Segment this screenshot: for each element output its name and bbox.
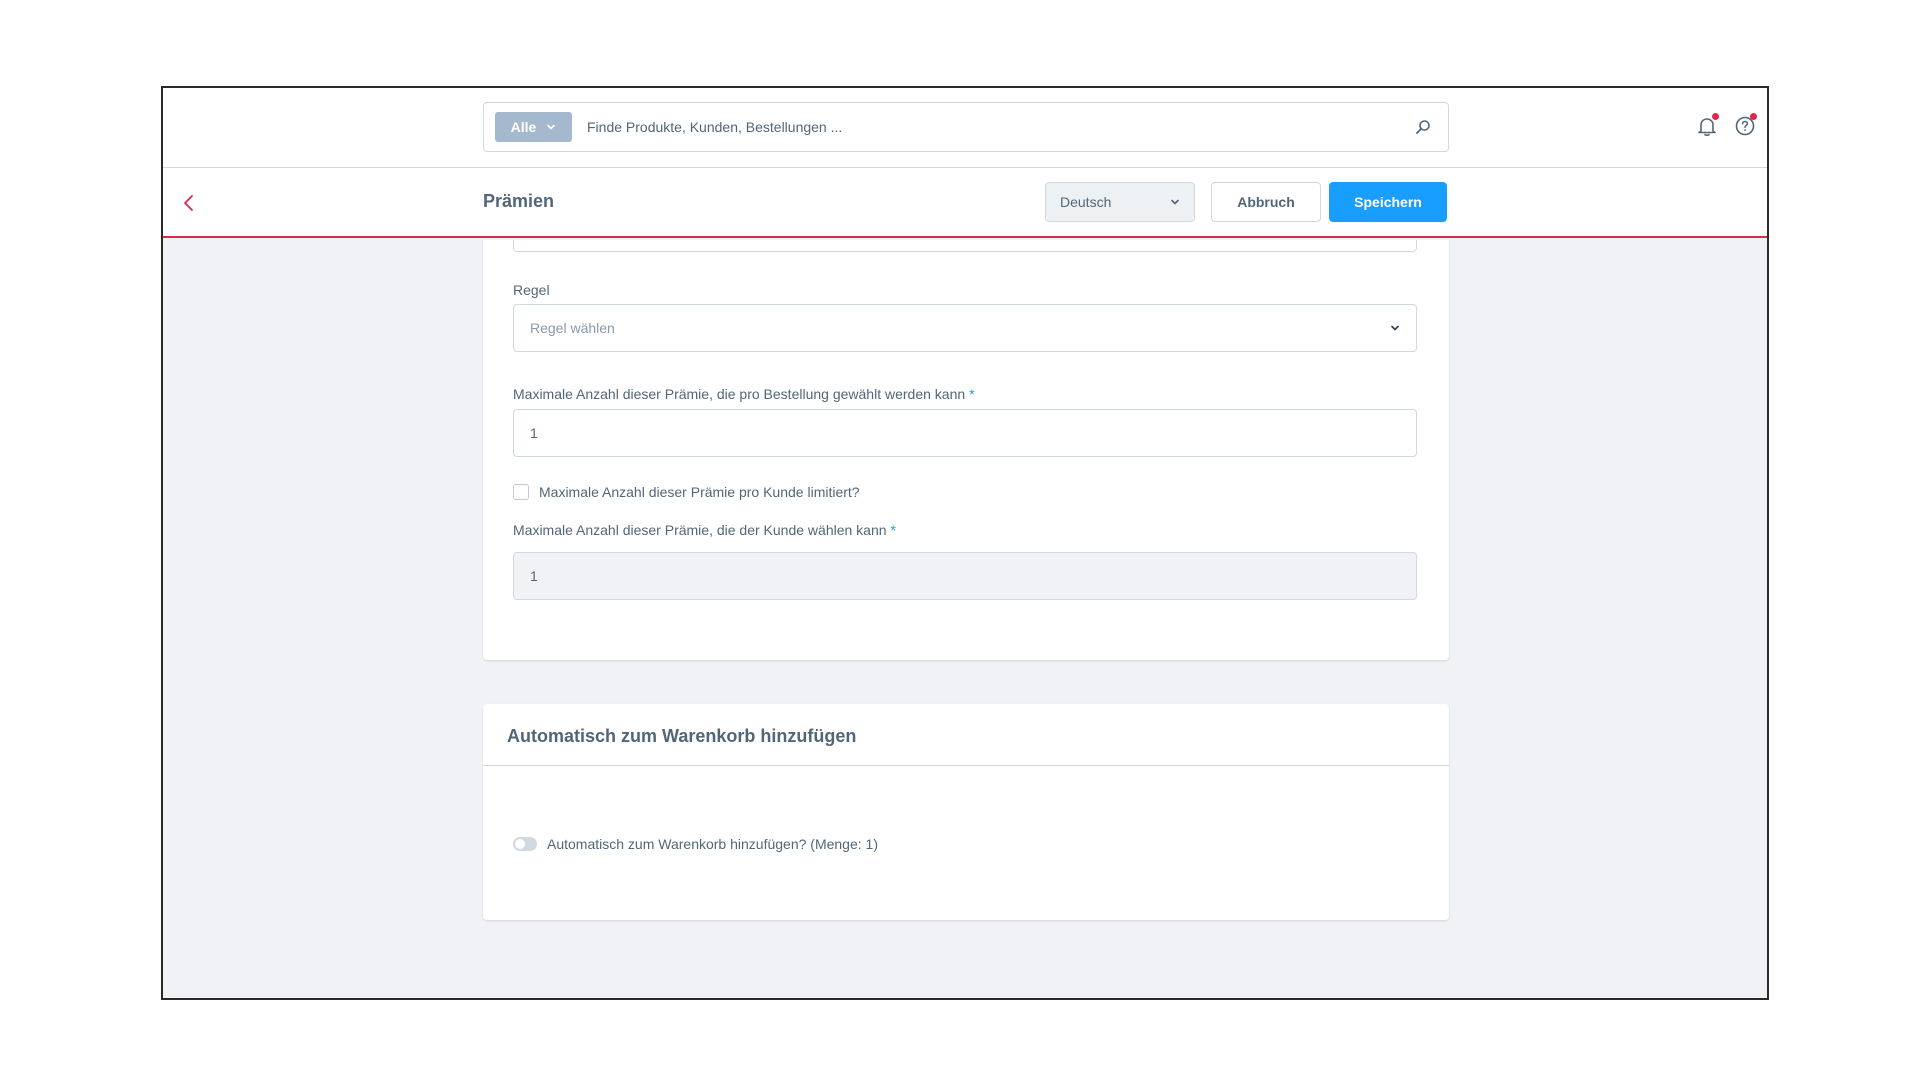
limit-per-customer-row: Maximale Anzahl dieser Prämie pro Kunde … [513, 484, 860, 500]
promotion-settings-card: Regel Regel wählen Maximale Anzahl diese… [483, 240, 1449, 660]
rule-select[interactable]: Regel wählen [513, 304, 1417, 352]
card-header: Automatisch zum Warenkorb hinzufügen [483, 704, 1449, 766]
chevron-down-icon [1171, 199, 1179, 205]
max-per-customer-input [530, 568, 1400, 584]
search-type-label: Alle [510, 119, 537, 135]
back-button[interactable] [177, 191, 201, 215]
page-title: Prämien [483, 191, 555, 211]
chevron-down-icon [1391, 325, 1399, 331]
max-per-order-label: Maximale Anzahl dieser Prämie, die pro B… [513, 386, 975, 402]
auto-add-to-cart-card: Automatisch zum Warenkorb hinzufügen Aut… [483, 704, 1449, 920]
auto-add-toggle-row: Automatisch zum Warenkorb hinzufügen? (M… [513, 836, 878, 852]
required-mark: * [969, 386, 975, 402]
max-per-customer-label: Maximale Anzahl dieser Prämie, die der K… [513, 522, 896, 538]
limit-per-customer-checkbox[interactable] [513, 484, 529, 500]
chevron-left-icon [184, 195, 193, 211]
card-title: Automatisch zum Warenkorb hinzufügen [507, 726, 857, 746]
language-select-value: Deutsch [1060, 194, 1112, 210]
search-input[interactable] [587, 103, 1398, 151]
auto-add-toggle-label: Automatisch zum Warenkorb hinzufügen? (M… [547, 836, 878, 852]
page-content: Regel Regel wählen Maximale Anzahl diese… [163, 240, 1767, 998]
global-search: Alle [483, 102, 1449, 152]
previous-field-bottom [513, 240, 1417, 252]
search-button[interactable] [1398, 103, 1448, 151]
help-button[interactable] [1733, 113, 1757, 138]
notifications-button[interactable] [1695, 113, 1719, 138]
search-icon [1416, 120, 1430, 134]
max-per-customer-field [513, 552, 1417, 600]
auto-add-toggle[interactable] [513, 837, 537, 851]
rule-select-placeholder: Regel wählen [530, 320, 615, 336]
help-dot [1750, 113, 1757, 120]
search-type-dropdown[interactable]: Alle [495, 112, 572, 142]
chevron-down-icon [547, 124, 556, 130]
max-per-order-input[interactable] [530, 425, 1400, 441]
top-bar: Alle [163, 88, 1767, 168]
app-window: Alle Finde Produkte, Kunden, Bestellunge… [161, 86, 1769, 1000]
required-mark: * [890, 522, 896, 538]
top-icons [1695, 113, 1757, 138]
language-select[interactable]: Deutsch [1045, 182, 1195, 222]
cancel-button[interactable]: Abbruch [1211, 182, 1321, 222]
smart-bar: Prämien Deutsch Abbruch Speichern [163, 168, 1767, 238]
max-per-order-field[interactable] [513, 409, 1417, 457]
notification-dot [1712, 113, 1719, 120]
limit-per-customer-label: Maximale Anzahl dieser Prämie pro Kunde … [539, 484, 860, 500]
save-button[interactable]: Speichern [1329, 182, 1447, 222]
rule-label: Regel [513, 282, 550, 298]
